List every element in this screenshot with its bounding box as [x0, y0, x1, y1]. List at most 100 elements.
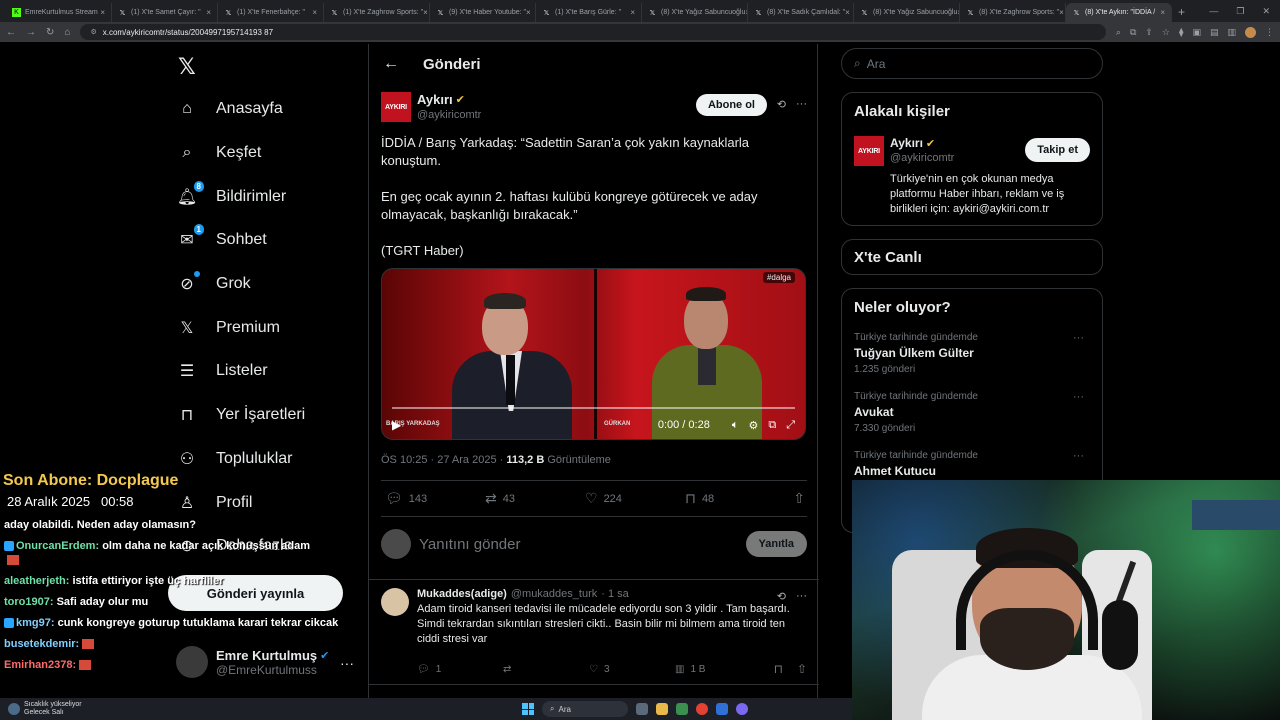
weather-widget[interactable]: Sıcaklık yükseliyor Gelecek Salı — [8, 701, 82, 717]
browser-tab[interactable]: 𝕏(8) X'te Yağız Sabuncuoğlu× — [642, 3, 748, 22]
more-options-icon[interactable]: ··· — [1073, 332, 1084, 344]
browser-tab[interactable]: 𝕏 (1) X'te Barış Gürle: " × — [536, 3, 642, 22]
url-field[interactable]: ⚙ x.com/aykiricomtr/status/2004997195714… — [80, 24, 1106, 40]
browser-tab[interactable]: 𝕏 (8) X'te Sadık Çamlıdal: " × — [748, 3, 854, 22]
close-tab-icon[interactable]: × — [206, 8, 211, 17]
extension-icon[interactable]: ▣ — [1192, 27, 1201, 38]
browser-tab[interactable]: 𝕏 (9) X'te Haber Youtube: " × — [430, 3, 536, 22]
file-explorer-icon[interactable] — [656, 703, 668, 715]
minimize-icon[interactable]: — — [1209, 6, 1218, 17]
browser-menu-icon[interactable]: ⋮ — [1265, 27, 1274, 38]
more-options-icon[interactable]: ··· — [1073, 450, 1084, 462]
reply-author-handle[interactable]: @mukaddes_turk — [511, 588, 597, 600]
extension-icon[interactable]: ⧫ — [1179, 27, 1183, 38]
reply-input[interactable]: Yanıtını gönder — [419, 536, 520, 553]
x-logo-icon[interactable]: 𝕏 — [178, 54, 196, 80]
trend-item[interactable]: Türkiye tarihinde gündemde Ahmet Kutucu … — [854, 450, 1090, 478]
close-tab-icon[interactable]: × — [1160, 8, 1165, 17]
browser-tab[interactable]: K EmreKurtulmus Stream × — [6, 3, 112, 22]
close-tab-icon[interactable]: × — [100, 8, 105, 17]
grok-explain-icon[interactable]: ⟲ — [777, 98, 786, 111]
maximize-icon[interactable]: ❐ — [1236, 6, 1244, 17]
sidebar-icon[interactable]: ▥ — [1227, 27, 1236, 38]
avatar[interactable] — [381, 588, 409, 616]
like-action[interactable]: ♡ 3 — [589, 664, 675, 675]
share-icon[interactable]: ⇧ — [797, 662, 807, 676]
close-tab-icon[interactable]: × — [423, 8, 428, 17]
close-tab-icon[interactable]: × — [845, 8, 850, 17]
browser-tab[interactable]: 𝕏 (1) X'te Zaghrow Sports: " × — [324, 3, 430, 22]
new-tab-button[interactable]: + — [1178, 5, 1185, 19]
reply-author-name[interactable]: Mukaddes(adige) — [417, 588, 507, 600]
nav-item[interactable]: ⊓ Yer İşaretleri — [176, 404, 305, 426]
follow-button[interactable]: Takip et — [1025, 138, 1090, 162]
more-options-icon[interactable]: ··· — [796, 590, 807, 603]
repost-action[interactable]: ⇄ — [503, 664, 589, 675]
related-handle[interactable]: @aykiricomtr — [890, 152, 954, 164]
reply-button[interactable]: Yanıtla — [745, 531, 807, 557]
reply-time[interactable]: · 1 sa — [601, 588, 629, 600]
profile-avatar[interactable] — [1245, 26, 1256, 38]
nav-item[interactable]: ⌕ Keşfet — [176, 142, 262, 164]
browser-tab[interactable]: 𝕏 (8) X'te Zaghrow Sports: " × — [960, 3, 1066, 22]
close-tab-icon[interactable]: × — [312, 8, 317, 17]
avatar[interactable]: AYKIRI — [854, 136, 884, 166]
install-icon[interactable]: ⧉ — [1130, 27, 1136, 38]
share-page-icon[interactable]: ⇪ — [1145, 27, 1153, 38]
nav-item[interactable]: ♙ Profil — [176, 492, 253, 514]
search-input[interactable]: ⌕ Ara — [841, 48, 1103, 79]
repost-action[interactable]: ⇄ 43 — [485, 490, 585, 507]
nav-item[interactable]: ⚇ Topluluklar — [176, 448, 293, 470]
reload-icon[interactable]: ↻ — [46, 27, 54, 38]
video-progress-bar[interactable] — [392, 407, 795, 409]
nav-item[interactable]: ✉ 1 Sohbet — [176, 224, 267, 251]
browser-tab[interactable]: 𝕏 (1) X'te Fenerbahçe: " × — [218, 3, 324, 22]
avatar[interactable]: AYKIRI — [381, 92, 411, 122]
pip-icon[interactable]: ⧉ — [768, 419, 776, 432]
nav-item[interactable]: ⊘ Grok — [176, 271, 251, 295]
bookmark-action[interactable]: ⊓ 48 — [685, 490, 785, 507]
close-tab-icon[interactable]: × — [630, 8, 635, 17]
tweet-timestamp[interactable]: ÖS 10:25 · 27 Ara 2025 · — [381, 454, 506, 466]
grok-explain-icon[interactable]: ⟲ — [777, 590, 786, 603]
browser-tab[interactable]: 𝕏 (1) X'te Samet Çayır: " × — [112, 3, 218, 22]
trend-item[interactable]: Türkiye tarihinde gündemde Tuğyan Ülkem … — [854, 332, 1090, 375]
share-icon[interactable]: ⇧ — [793, 490, 805, 507]
back-nav-icon[interactable]: ← — [6, 27, 16, 38]
close-window-icon[interactable]: ✕ — [1262, 6, 1270, 17]
task-view-icon[interactable] — [636, 703, 648, 715]
related-user[interactable]: AYKIRI Aykırı ✔ @aykiricomtr Takip et Tür… — [854, 136, 1090, 217]
live-card[interactable]: X'te Canlı — [841, 239, 1103, 275]
nav-item[interactable]: 𝕏 Premium — [176, 317, 280, 339]
extension-icon[interactable]: ▤ — [1210, 27, 1219, 38]
app-icon[interactable] — [676, 703, 688, 715]
windows-start-icon[interactable] — [522, 703, 534, 715]
forward-nav-icon[interactable]: → — [26, 27, 36, 38]
nav-item[interactable]: ☰ Listeler — [176, 360, 268, 382]
like-action[interactable]: ♡ 224 — [585, 490, 685, 507]
taskbar-search[interactable]: ⌕ Ara — [542, 701, 628, 717]
fullscreen-icon[interactable]: ⤢ — [786, 419, 795, 432]
browser-tab[interactable]: 𝕏(8) X'te Yağız Sabuncuoğlu× — [854, 3, 960, 22]
bookmark-star-icon[interactable]: ☆ — [1162, 27, 1170, 38]
reply-action[interactable]: 💬︎ 143 — [385, 490, 485, 507]
site-info-icon[interactable]: ⚙ — [90, 28, 96, 36]
close-tab-icon[interactable]: × — [526, 8, 531, 17]
trend-item[interactable]: Türkiye tarihinde gündemde Avukat 7.330 … — [854, 391, 1090, 434]
zoom-icon[interactable]: ⌕ — [1116, 27, 1121, 38]
reply-tweet[interactable]: Mukaddes(adige) @mukaddes_turk · 1 sa Ad… — [381, 588, 807, 676]
bookmark-icon[interactable]: ⊓ — [774, 662, 783, 676]
back-arrow-icon[interactable]: ← — [383, 55, 399, 73]
more-options-icon[interactable]: ··· — [1073, 391, 1084, 403]
browser-tab[interactable]: 𝕏 (8) X'te Aykırı: "İDDİA / × — [1066, 3, 1172, 22]
related-name[interactable]: Aykırı ✔ — [890, 136, 954, 150]
discord-icon[interactable] — [736, 703, 748, 715]
chrome-icon[interactable] — [696, 703, 708, 715]
author-handle[interactable]: @aykiricomtr — [417, 109, 481, 121]
nav-item[interactable]: ⌂ Anasayfa — [176, 98, 283, 120]
subscribe-button[interactable]: Abone ol — [695, 94, 767, 116]
nav-item[interactable]: 🔔︎ 8 Bildirimler — [176, 181, 286, 208]
author-name[interactable]: Aykırı ✔ — [417, 92, 481, 107]
more-options-icon[interactable]: ··· — [796, 98, 807, 111]
close-tab-icon[interactable]: × — [1059, 8, 1064, 17]
